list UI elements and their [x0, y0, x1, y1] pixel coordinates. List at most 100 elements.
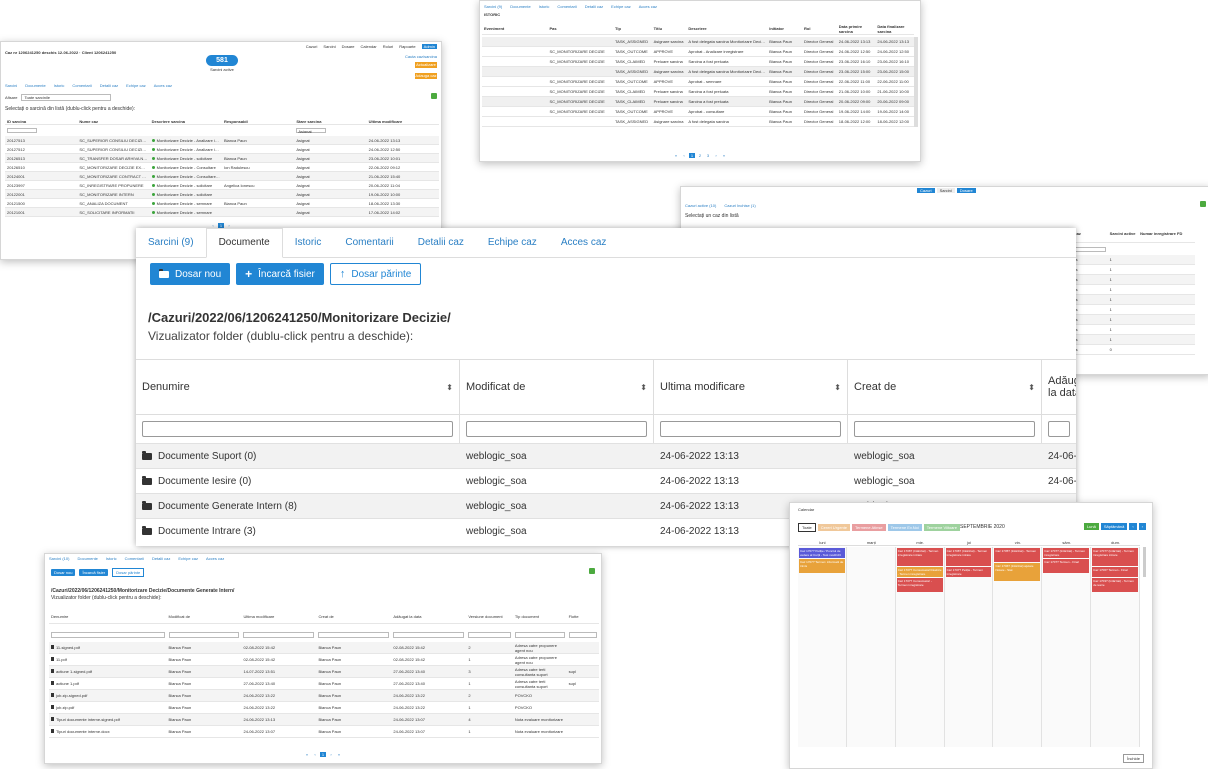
- tab-6[interactable]: Acces caz: [154, 83, 172, 88]
- calendar-scrollbar[interactable]: [1143, 547, 1146, 577]
- column-header[interactable]: Adăugat la data: [391, 614, 466, 619]
- filter-input[interactable]: [568, 631, 597, 638]
- table-row[interactable]: 20121500 SC_ANALIZA DOCUMENT Monitorizare …: [5, 199, 439, 208]
- tab-2[interactable]: Istoric: [54, 83, 65, 88]
- filter-input[interactable]: [468, 631, 511, 638]
- last-modified-filter-input[interactable]: [660, 421, 841, 437]
- column-header[interactable]: Stare sarcina: [294, 119, 366, 124]
- tab-3[interactable]: Comentarii: [72, 83, 91, 88]
- column-header[interactable]: ID sarcina: [5, 119, 77, 124]
- column-header-4[interactable]: Adăugat la data: [1042, 360, 1076, 414]
- filter-input[interactable]: [318, 631, 390, 638]
- tab-1[interactable]: Documente: [25, 83, 45, 88]
- calendar-filter-0[interactable]: Toate: [798, 523, 816, 532]
- table-row[interactable]: TASK_ASSIGNED Asignare sarcina A fost dele…: [482, 117, 914, 127]
- page-link[interactable]: ›: [713, 153, 719, 158]
- column-header[interactable]: Data primire sarcina: [837, 24, 876, 34]
- parent-folder-button[interactable]: ↑ Dosar părinte: [329, 263, 422, 285]
- tab-3[interactable]: Comentarii: [557, 4, 576, 9]
- folder-row[interactable]: Documente Suport (0) weblogic_soa 24-06-20…: [136, 443, 1076, 468]
- nav-item[interactable]: Sarcini: [936, 188, 955, 193]
- sort-icon[interactable]: ⬍: [834, 383, 841, 392]
- filter-select[interactable]: Toate sarcinile: [21, 94, 112, 101]
- tab-2[interactable]: Istoric: [539, 4, 550, 9]
- tab-0[interactable]: Sarcini (9): [136, 237, 206, 257]
- calendar-event[interactable]: Caz 1706? Termen - Final: [1092, 567, 1139, 577]
- folder-row[interactable]: Documente Iesire (0) weblogic_soa 24-06-20…: [136, 468, 1076, 493]
- sort-icon[interactable]: ⬍: [640, 383, 647, 392]
- tab-5[interactable]: Echipe caz: [611, 4, 631, 9]
- column-header[interactable]: Flotte: [567, 614, 599, 619]
- table-row[interactable]: 11-signed.pdf Bianca Paun 02-08-2022 15:42…: [49, 642, 599, 654]
- column-header[interactable]: Denumire: [49, 614, 167, 619]
- tab-5[interactable]: Echipe caz: [178, 556, 198, 561]
- page-link[interactable]: «: [304, 752, 310, 757]
- tab-1[interactable]: Cazuri închise (1): [724, 203, 755, 208]
- day-column[interactable]: Caz 1707? (Intârziat) - Termen inregistr…: [1091, 547, 1141, 747]
- tab-0[interactable]: Sarcini (10): [49, 556, 69, 561]
- calendar-event[interactable]: Caz 1706? (Intârziat) - Termen inregistr…: [945, 548, 992, 566]
- filter-input[interactable]: [243, 631, 315, 638]
- calendar-event[interactable]: Caz 1707? Petiție / Punctul de vedere al…: [799, 548, 845, 558]
- table-row[interactable]: 20126513 SC_TRANSFER DOSAR ARHIVA NOU MON…: [5, 154, 439, 163]
- sort-icon[interactable]: ⬍: [1028, 383, 1035, 392]
- calendar-event[interactable]: Caz 1703? (Intârziat) - Termen de iesire: [1092, 578, 1139, 592]
- table-row[interactable]: actiune 1-signed.pdf Bianca Paun 14-07-202…: [49, 666, 599, 678]
- column-header[interactable]: Numar inregistrare FD: [1138, 231, 1195, 236]
- table-row[interactable]: 20126510 SC_MONITORIZARE DECIZIE EXECUTAR…: [5, 163, 439, 172]
- table-row[interactable]: 20127512 SC_SUPERIOR CONSILIU DECIZIE MON…: [5, 145, 439, 154]
- id-filter[interactable]: [7, 128, 37, 133]
- table-row[interactable]: SC_MONITORIZARE DECIZIE TASK_OUTCOME APPRO…: [482, 77, 914, 87]
- table-row[interactable]: actiune 1.pdf Bianca Paun 27-06-2022 13:40…: [49, 678, 599, 690]
- created-by-filter-input[interactable]: [854, 421, 1035, 437]
- added-filter-input[interactable]: [1048, 421, 1070, 437]
- day-column[interactable]: Caz 1706? (Intârziat) - Termen inregistr…: [945, 547, 994, 747]
- page-link[interactable]: ›: [328, 752, 334, 757]
- table-row[interactable]: Tipuri documente interne.docx Bianca Paun…: [49, 726, 599, 738]
- table-row[interactable]: 20122001 SC_MONITORIZARE INTERN Monitoriza…: [5, 190, 439, 199]
- search-case-link[interactable]: Cauta caz/sarcina: [405, 54, 437, 59]
- page-link[interactable]: 2: [697, 153, 703, 158]
- column-header-0[interactable]: Denumire ⬍: [136, 360, 460, 414]
- upload-file-button[interactable]: + Încarcă fisier: [236, 263, 324, 285]
- modified-by-filter-input[interactable]: [466, 421, 647, 437]
- column-header[interactable]: Initiator: [767, 26, 802, 31]
- table-row[interactable]: SC_MONITORIZARE DECIZIE TASK_CLAIMED Prelu…: [482, 97, 914, 107]
- page-link[interactable]: ‹: [312, 752, 318, 757]
- tab-4[interactable]: Detalii caz: [152, 556, 170, 561]
- nav-item[interactable]: Roluri: [383, 44, 393, 49]
- month-view-button[interactable]: Lună: [1083, 523, 1099, 530]
- tab-6[interactable]: Acces caz: [206, 556, 224, 561]
- nav-item[interactable]: Cazuri: [917, 188, 935, 193]
- refresh-icon[interactable]: [1200, 201, 1206, 207]
- calendar-filter-1[interactable]: Cereri Urgente: [817, 524, 851, 531]
- tab-0[interactable]: Sarcini (9): [484, 4, 502, 9]
- calendar-event[interactable]: Caz 1707? Termen: informatii de trimis: [799, 559, 845, 573]
- calendar-event[interactable]: Caz 1707? (Intârziat) - Termen inregistr…: [1043, 548, 1090, 558]
- tab-4[interactable]: Detalii caz: [100, 83, 118, 88]
- table-row[interactable]: 20124001 SC_MONITORIZARE CONTRACT TERTI Mo…: [5, 172, 439, 181]
- tab-1[interactable]: Documente: [510, 4, 530, 9]
- column-header[interactable]: Eveniment: [482, 26, 548, 31]
- table-row[interactable]: job.zip.pdf Bianca Paun 24-06-2022 13:22 Bi…: [49, 702, 599, 714]
- nav-item[interactable]: Sarcini: [323, 44, 335, 49]
- tab-2[interactable]: Istoric: [106, 556, 117, 561]
- new-folder-button[interactable]: Dosar nou: [150, 263, 231, 285]
- nav-item[interactable]: Calendar: [361, 44, 377, 49]
- new-folder-button[interactable]: Dosar nou: [51, 569, 76, 576]
- column-header[interactable]: Pas: [548, 26, 614, 31]
- table-row[interactable]: 20123997 SC_INREGISTRARE PROPUNERE Monitor…: [5, 181, 439, 190]
- nav-item[interactable]: Dosare: [956, 188, 976, 193]
- calendar-event[interactable]: Caz 1707? Consumatori/Intalnire - Termen…: [896, 567, 943, 577]
- filter-input[interactable]: [393, 631, 465, 638]
- refresh-icon[interactable]: [431, 93, 437, 99]
- sort-icon[interactable]: ⬍: [446, 383, 453, 392]
- table-row[interactable]: TASK_ASSIGNED Asignare sarcina A fost dele…: [482, 37, 914, 47]
- column-header[interactable]: Descriere: [686, 26, 767, 31]
- calendar-event[interactable]: Caz 1705? (Intârziat) - Termen: [994, 548, 1041, 562]
- table-row[interactable]: 11.pdf Bianca Paun 02-08-2022 15:42 Bianca …: [49, 654, 599, 666]
- refresh-icon[interactable]: [589, 568, 595, 574]
- page-link[interactable]: »: [336, 752, 342, 757]
- day-column[interactable]: Caz 1707? Petiție / Punctul de vedere al…: [798, 547, 847, 747]
- column-header[interactable]: Nume caz: [77, 119, 149, 124]
